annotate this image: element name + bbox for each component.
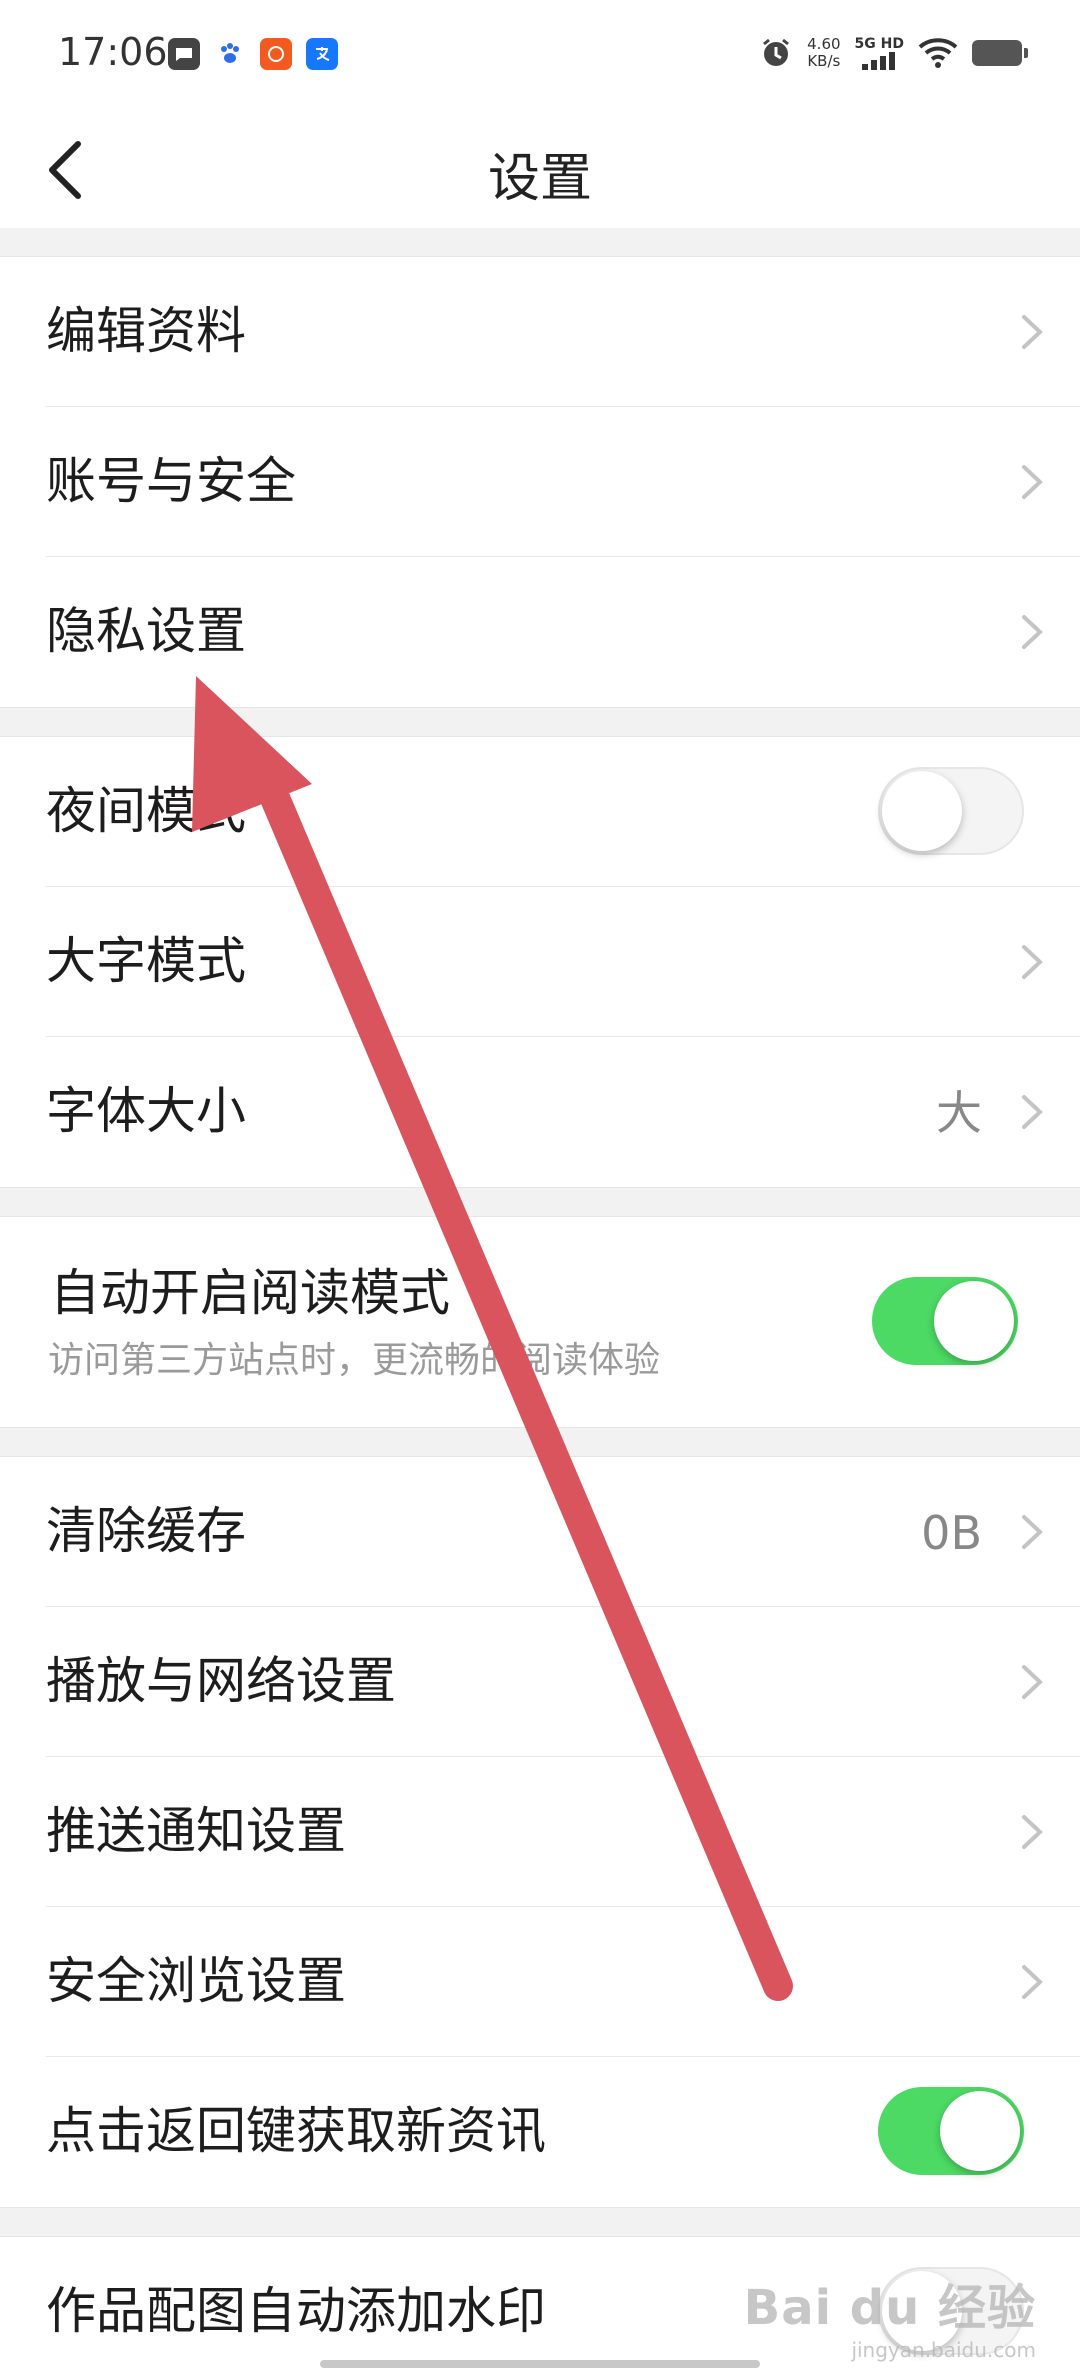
- row-safe-browsing[interactable]: 安全浏览设置: [0, 1907, 1080, 2057]
- network-indicator: 5G HD: [854, 35, 904, 70]
- night-mode-toggle[interactable]: [878, 767, 1024, 855]
- row-label: 点击返回键获取新资讯: [46, 2102, 546, 2160]
- toggle-knob: [882, 771, 962, 851]
- row-label: 夜间模式: [46, 782, 246, 840]
- row-label: 账号与安全: [46, 452, 296, 510]
- font-size-value: 大: [936, 1086, 982, 1140]
- row-label: 字体大小: [46, 1082, 246, 1140]
- row-label: 清除缓存: [46, 1502, 246, 1560]
- section-divider: [0, 228, 1080, 257]
- signal-icon: [862, 51, 896, 70]
- back-key-refresh-toggle[interactable]: [878, 2087, 1024, 2175]
- status-bar: 17:06 4.60 KB/s 5G HD: [0, 0, 1080, 110]
- message-app-icon: [168, 38, 200, 70]
- status-notification-icons: [168, 38, 338, 70]
- chevron-right-icon: [1022, 615, 1043, 649]
- chevron-right-icon: [1022, 1965, 1043, 1999]
- chevron-right-icon: [1022, 1815, 1043, 1849]
- watermark-logo: Bai du 经验: [743, 2280, 1036, 2336]
- settings-group-display: 夜间模式 大字模式 字体大小 大: [0, 737, 1080, 1187]
- row-night-mode: 夜间模式: [0, 737, 1080, 887]
- toggle-knob: [934, 1281, 1014, 1361]
- row-privacy-settings[interactable]: 隐私设置: [0, 557, 1080, 707]
- section-divider: [0, 2207, 1080, 2237]
- net-type: 5G HD: [854, 35, 904, 52]
- section-divider: [0, 1187, 1080, 1217]
- settings-list: 编辑资料 账号与安全 隐私设置 夜间模式 大字模式 字体大小 大 自动开启阅读模…: [0, 228, 1080, 2376]
- settings-group-reading: 自动开启阅读模式 访问第三方站点时，更流畅的阅读体验: [0, 1217, 1080, 1427]
- row-label: 播放与网络设置: [46, 1652, 396, 1710]
- row-label: 编辑资料: [46, 302, 246, 360]
- net-speed: 4.60 KB/s: [807, 36, 840, 70]
- chevron-right-icon: [1022, 1515, 1043, 1549]
- status-right-indicators: 4.60 KB/s 5G HD: [759, 35, 1028, 70]
- baidu-jingyan-watermark: Bai du 经验 jingyan.baidu.com: [744, 2268, 1036, 2362]
- chevron-right-icon: [1022, 465, 1043, 499]
- net-speed-unit: KB/s: [807, 52, 841, 70]
- alarm-icon: [763, 38, 790, 66]
- watermark-url: jingyan.baidu.com: [851, 2338, 1036, 2362]
- net-speed-value: 4.60: [807, 35, 841, 53]
- settings-group-general: 清除缓存 0B 播放与网络设置 推送通知设置 安全浏览设置 点击返回键获取新资讯: [0, 1457, 1080, 2207]
- cache-size-value: 0B: [921, 1506, 982, 1560]
- row-label: 安全浏览设置: [46, 1952, 346, 2010]
- section-divider: [0, 1427, 1080, 1457]
- home-indicator[interactable]: [320, 2360, 760, 2368]
- row-auto-reading-mode: 自动开启阅读模式 访问第三方站点时，更流畅的阅读体验: [0, 1217, 1080, 1427]
- chevron-right-icon: [1022, 1665, 1043, 1699]
- row-description: 访问第三方站点时，更流畅的阅读体验: [48, 1340, 661, 1381]
- row-push-notifications[interactable]: 推送通知设置: [0, 1757, 1080, 1907]
- row-clear-cache[interactable]: 清除缓存 0B: [0, 1457, 1080, 1607]
- app-header: 设置: [0, 110, 1080, 229]
- toggle-knob: [940, 2091, 1020, 2171]
- auto-reading-mode-toggle[interactable]: [872, 1277, 1018, 1365]
- row-playback-network[interactable]: 播放与网络设置: [0, 1607, 1080, 1757]
- chevron-right-icon: [1022, 1095, 1043, 1129]
- baidu-paw-icon: [214, 38, 246, 70]
- row-back-key-refresh: 点击返回键获取新资讯: [0, 2057, 1080, 2207]
- chevron-right-icon: [1022, 315, 1043, 349]
- row-large-text-mode[interactable]: 大字模式: [0, 887, 1080, 1037]
- screen: 17:06 4.60 KB/s 5G HD 设置 编辑资料 账号与安全 隐私设置…: [0, 0, 1080, 2376]
- row-label: 隐私设置: [46, 602, 246, 660]
- row-label: 自动开启阅读模式: [50, 1264, 450, 1322]
- row-account-security[interactable]: 账号与安全: [0, 407, 1080, 557]
- row-label: 作品配图自动添加水印: [46, 2282, 546, 2340]
- row-font-size[interactable]: 字体大小 大: [0, 1037, 1080, 1187]
- chevron-right-icon: [1022, 945, 1043, 979]
- section-divider: [0, 707, 1080, 737]
- status-time: 17:06: [58, 30, 168, 74]
- row-edit-profile[interactable]: 编辑资料: [0, 257, 1080, 407]
- battery-icon: [972, 40, 1028, 66]
- row-label: 大字模式: [46, 932, 246, 990]
- settings-group-profile: 编辑资料 账号与安全 隐私设置: [0, 257, 1080, 707]
- taobao-icon: [260, 38, 292, 70]
- alipay-icon: [306, 38, 338, 70]
- wifi-icon: [918, 38, 958, 68]
- page-title: 设置: [487, 149, 592, 209]
- row-label: 推送通知设置: [46, 1802, 346, 1860]
